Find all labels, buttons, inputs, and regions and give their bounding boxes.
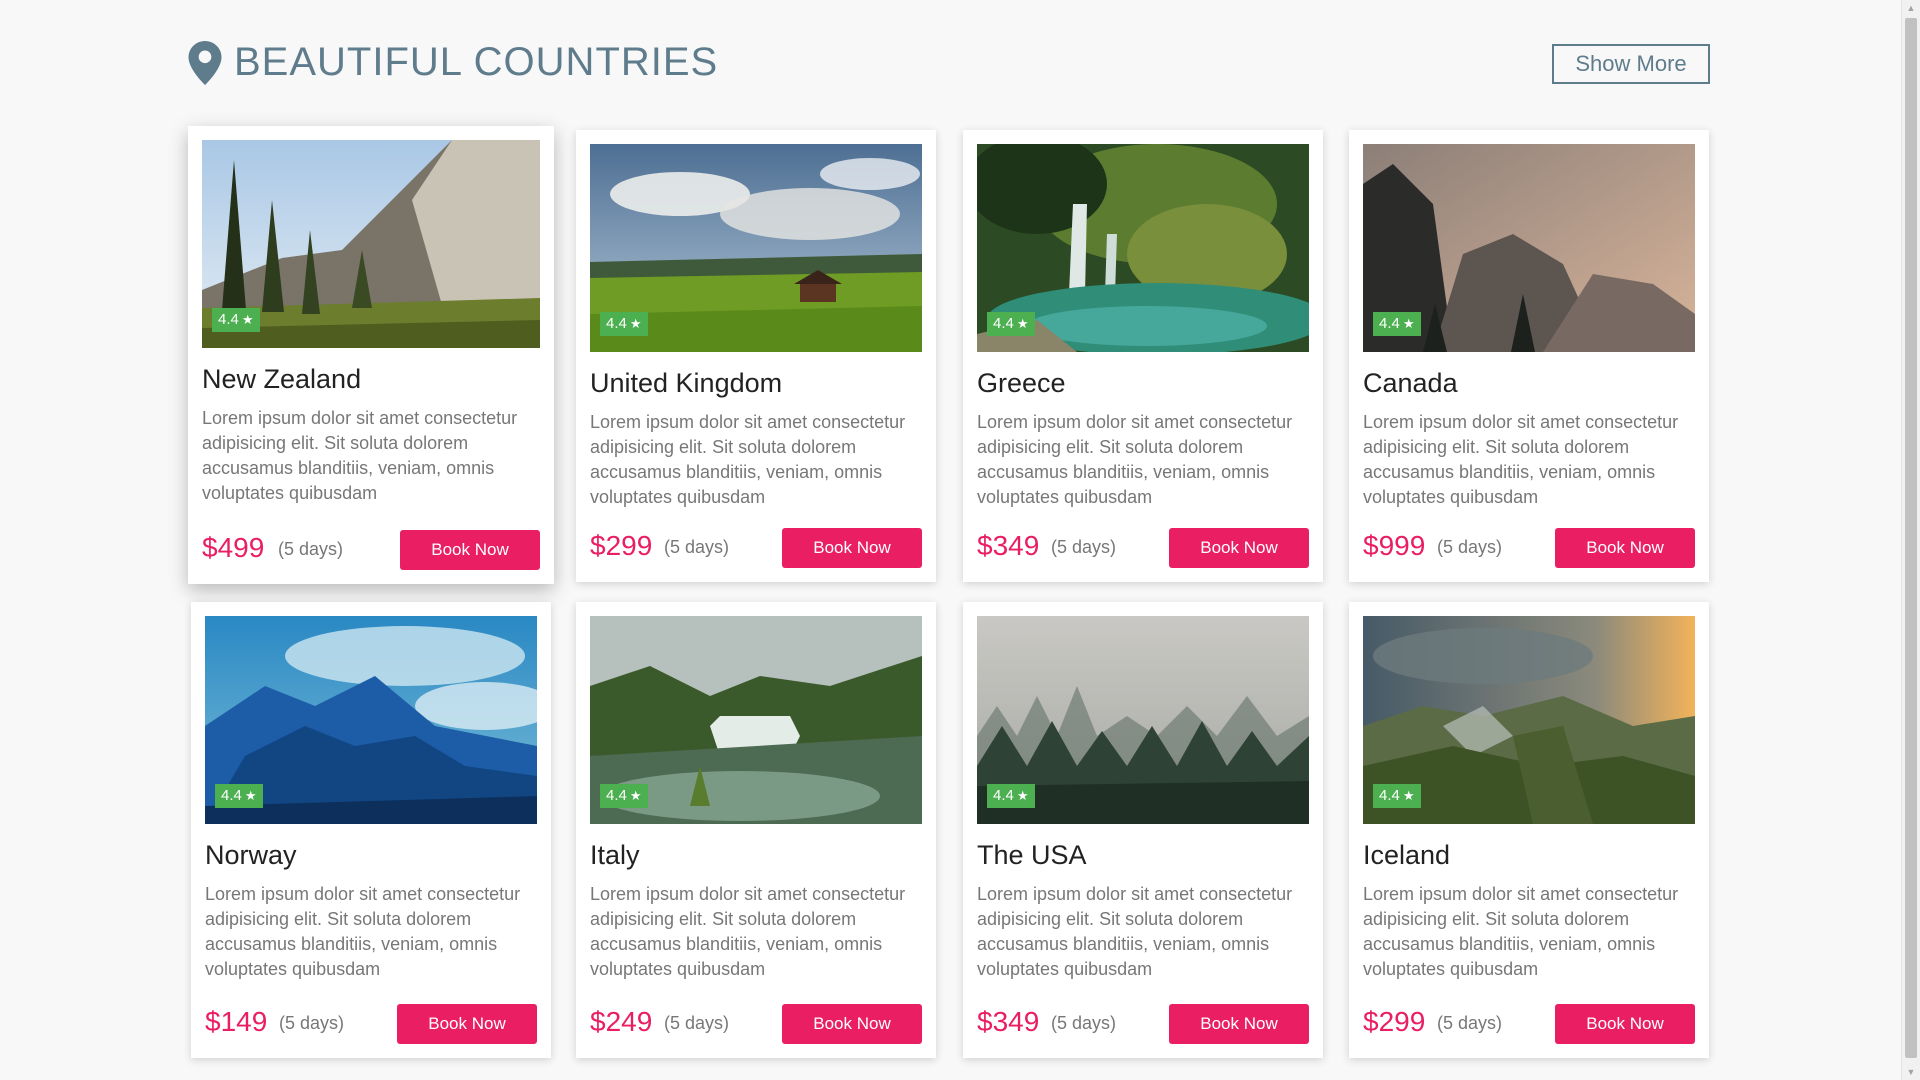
book-now-button[interactable]: Book Now [397, 1004, 537, 1044]
country-card: 4.4 ★ The USA Lorem ipsum dolor sit amet… [963, 602, 1323, 1058]
card-footer: $349 (5 days) Book Now [977, 528, 1309, 568]
rating-value: 4.4 [993, 787, 1014, 804]
rating-value: 4.4 [606, 315, 627, 332]
price: $249 [590, 1006, 653, 1037]
country-card: 4.4 ★ Canada Lorem ipsum dolor sit amet … [1349, 130, 1709, 582]
book-now-button[interactable]: Book Now [400, 530, 540, 570]
country-photo: 4.4 ★ [977, 616, 1309, 824]
map-pin-icon [188, 40, 222, 85]
price: $499 [202, 532, 265, 563]
price: $349 [977, 1006, 1040, 1037]
star-icon: ★ [629, 316, 642, 331]
duration: (5 days) [1437, 537, 1503, 557]
country-description: Lorem ipsum dolor sit amet consectetur a… [590, 884, 906, 979]
rating-value: 4.4 [218, 311, 239, 328]
star-icon: ★ [629, 788, 642, 803]
star-icon: ★ [1016, 316, 1029, 331]
duration: (5 days) [279, 1013, 345, 1033]
duration: (5 days) [664, 1013, 730, 1033]
page-title: BEAUTIFUL COUNTRIES [188, 40, 718, 85]
rating-badge: 4.4 ★ [1373, 784, 1421, 808]
country-description: Lorem ipsum dolor sit amet consectetur a… [1363, 884, 1679, 979]
country-description: Lorem ipsum dolor sit amet consectetur a… [977, 412, 1293, 507]
price: $299 [590, 530, 653, 561]
country-name: Italy [590, 840, 640, 870]
rating-value: 4.4 [606, 787, 627, 804]
country-name: Norway [205, 840, 297, 870]
duration: (5 days) [278, 539, 344, 559]
country-card: 4.4 ★ Iceland Lorem ipsum dolor sit amet… [1349, 602, 1709, 1058]
book-now-button[interactable]: Book Now [1555, 1004, 1695, 1044]
star-icon: ★ [1402, 316, 1415, 331]
rating-badge: 4.4 ★ [987, 784, 1035, 808]
country-photo: 4.4 ★ [590, 616, 922, 824]
book-now-button[interactable]: Book Now [1555, 528, 1695, 568]
page-header: BEAUTIFUL COUNTRIES Show More [188, 36, 1710, 92]
card-footer: $499 (5 days) Book Now [202, 530, 540, 570]
country-name: Iceland [1363, 840, 1451, 870]
price: $999 [1363, 530, 1426, 561]
country-card: 4.4 ★ Italy Lorem ipsum dolor sit amet c… [576, 602, 936, 1058]
scroll-down-arrow-icon[interactable]: ▼ [1902, 1064, 1920, 1080]
duration: (5 days) [1437, 1013, 1503, 1033]
scrollbar-thumb[interactable] [1905, 18, 1917, 1058]
book-now-button[interactable]: Book Now [782, 1004, 922, 1044]
rating-value: 4.4 [1379, 787, 1400, 804]
rating-value: 4.4 [221, 787, 242, 804]
country-description: Lorem ipsum dolor sit amet consectetur a… [590, 412, 906, 507]
country-card: 4.4 ★ Greece Lorem ipsum dolor sit amet … [963, 130, 1323, 582]
price: $349 [977, 530, 1040, 561]
book-now-button[interactable]: Book Now [1169, 528, 1309, 568]
card-footer: $249 (5 days) Book Now [590, 1004, 922, 1044]
scroll-up-arrow-icon[interactable]: ▲ [1902, 0, 1920, 16]
page-title-text: BEAUTIFUL COUNTRIES [234, 40, 719, 84]
country-card: 4.4 ★ United Kingdom Lorem ipsum dolor s… [576, 130, 936, 582]
star-icon: ★ [1402, 788, 1415, 803]
rating-value: 4.4 [993, 315, 1014, 332]
country-description: Lorem ipsum dolor sit amet consectetur a… [202, 408, 518, 503]
price: $299 [1363, 1006, 1426, 1037]
country-card: 4.4 ★ New Zealand Lorem ipsum dolor sit … [188, 126, 554, 584]
rating-badge: 4.4 ★ [600, 784, 648, 808]
star-icon: ★ [241, 312, 254, 327]
rating-badge: 4.4 ★ [215, 784, 263, 808]
duration: (5 days) [664, 537, 730, 557]
card-footer: $349 (5 days) Book Now [977, 1004, 1309, 1044]
rating-badge: 4.4 ★ [600, 312, 648, 336]
card-footer: $999 (5 days) Book Now [1363, 528, 1695, 568]
rating-value: 4.4 [1379, 315, 1400, 332]
country-description: Lorem ipsum dolor sit amet consectetur a… [205, 884, 521, 979]
country-name: The USA [977, 840, 1087, 870]
rating-badge: 4.4 ★ [987, 312, 1035, 336]
price: $149 [205, 1006, 268, 1037]
card-footer: $299 (5 days) Book Now [1363, 1004, 1695, 1044]
page: BEAUTIFUL COUNTRIES Show More 4.4 ★ New … [0, 0, 1920, 1080]
rating-badge: 4.4 ★ [1373, 312, 1421, 336]
country-photo: 4.4 ★ [1363, 144, 1695, 352]
star-icon: ★ [1016, 788, 1029, 803]
country-photo: 4.4 ★ [202, 140, 540, 348]
show-more-button[interactable]: Show More [1552, 44, 1710, 84]
country-name: United Kingdom [590, 368, 783, 398]
duration: (5 days) [1051, 537, 1117, 557]
book-now-button[interactable]: Book Now [782, 528, 922, 568]
card-footer: $149 (5 days) Book Now [205, 1004, 537, 1044]
rating-badge: 4.4 ★ [212, 308, 260, 332]
vertical-scrollbar[interactable]: ▲ ▼ [1901, 0, 1920, 1080]
country-name: Canada [1363, 368, 1458, 398]
book-now-button[interactable]: Book Now [1169, 1004, 1309, 1044]
star-icon: ★ [244, 788, 257, 803]
country-card: 4.4 ★ Norway Lorem ipsum dolor sit amet … [191, 602, 551, 1058]
country-photo: 4.4 ★ [1363, 616, 1695, 824]
duration: (5 days) [1051, 1013, 1117, 1033]
country-photo: 4.4 ★ [590, 144, 922, 352]
card-footer: $299 (5 days) Book Now [590, 528, 922, 568]
country-photo: 4.4 ★ [205, 616, 537, 824]
country-photo: 4.4 ★ [977, 144, 1309, 352]
country-name: New Zealand [202, 364, 362, 394]
country-description: Lorem ipsum dolor sit amet consectetur a… [977, 884, 1293, 979]
country-name: Greece [977, 368, 1066, 398]
country-description: Lorem ipsum dolor sit amet consectetur a… [1363, 412, 1679, 507]
